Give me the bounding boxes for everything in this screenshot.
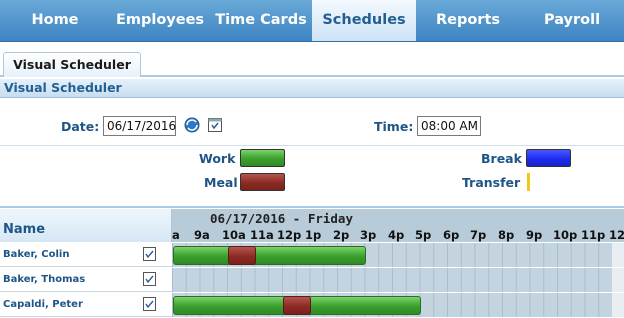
employee-row: Baker, Thomas [0, 268, 624, 292]
timeline-track-end [612, 243, 624, 267]
time-input[interactable]: 08:00 AM [417, 116, 481, 136]
hour-label: 2p [333, 228, 350, 242]
hour-label: a [172, 228, 180, 242]
timeline-track-end [612, 293, 624, 317]
legend-break-label: Break [481, 151, 522, 166]
hour-label: 6p [443, 228, 460, 242]
legend-transfer-swatch [527, 173, 530, 191]
hour-label: 9a [194, 228, 210, 242]
hour-label: 12p [277, 228, 302, 242]
hour-label: 12 [609, 228, 624, 242]
nav-home[interactable]: Home [0, 0, 110, 41]
legend-work-label: Work [199, 151, 236, 166]
hour-label: 5p [415, 228, 432, 242]
hour-label: 1p [305, 228, 322, 242]
nav-payroll[interactable]: Payroll [520, 0, 624, 41]
tab-strip: Visual Scheduler [0, 48, 624, 77]
timeline-track-end [612, 268, 624, 292]
hour-label: 10p [553, 228, 578, 242]
calendar-icon[interactable] [207, 117, 223, 133]
meal-bar[interactable] [228, 246, 256, 265]
employee-row: Baker, Colin [0, 243, 624, 267]
employee-name: Capaldi, Peter [3, 299, 83, 310]
globe-refresh-icon[interactable] [184, 117, 200, 133]
schedule-edit-icon[interactable] [143, 297, 156, 311]
hour-label: 10a [222, 228, 246, 242]
schedule-edit-icon[interactable] [143, 272, 156, 286]
employee-row: Capaldi, Peter [0, 293, 624, 317]
section-title: Visual Scheduler [4, 80, 122, 95]
hour-label: 11p [581, 228, 606, 242]
legend-transfer-label: Transfer [462, 175, 521, 190]
date-input[interactable]: 06/17/2016 [103, 116, 176, 136]
date-label: Date: [61, 119, 100, 134]
schedule-edit-icon[interactable] [143, 247, 156, 261]
timeline-date-title: 06/17/2016 - Friday [210, 211, 353, 226]
nav-reports[interactable]: Reports [416, 0, 520, 41]
hour-label: 11a [250, 228, 274, 242]
hour-label: 7p [470, 228, 487, 242]
employee-name: Baker, Thomas [3, 274, 86, 285]
work-bar[interactable] [173, 246, 366, 265]
nav-time-cards[interactable]: Time Cards [210, 0, 312, 41]
tab-visual-scheduler[interactable]: Visual Scheduler [3, 52, 141, 77]
hour-label: 3p [360, 228, 377, 242]
divider [0, 145, 624, 146]
hour-label: 9p [526, 228, 543, 242]
name-header-label: Name [3, 222, 46, 237]
hour-label: 4p [388, 228, 405, 242]
legend-meal-swatch [240, 173, 285, 191]
hour-label: 8p [498, 228, 515, 242]
timeline-track[interactable] [172, 268, 612, 292]
divider [0, 206, 624, 208]
section-header: Visual Scheduler [0, 79, 624, 98]
legend-work-swatch [240, 149, 285, 167]
top-navigation: Home Employees Time Cards Schedules Repo… [0, 0, 624, 42]
nav-employees[interactable]: Employees [110, 0, 210, 41]
legend-meal-label: Meal [204, 175, 238, 190]
nav-schedules[interactable]: Schedules [312, 0, 416, 41]
name-column-header: Name [0, 209, 172, 242]
meal-bar[interactable] [283, 296, 311, 315]
time-label: Time: [374, 119, 414, 134]
timeline-header: 06/17/2016 - Friday a 9a 10a 11a 12p 1p … [172, 209, 624, 242]
employee-name: Baker, Colin [3, 249, 70, 260]
legend-break-swatch [526, 149, 571, 167]
